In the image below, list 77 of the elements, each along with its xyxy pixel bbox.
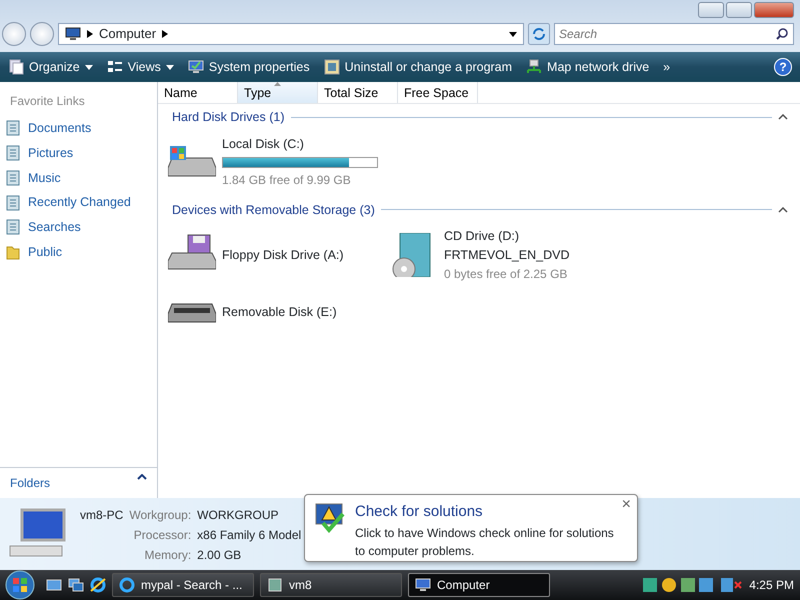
pages-icon (8, 59, 24, 75)
field-value: WORKGROUP (197, 507, 280, 524)
maximize-button[interactable] (726, 2, 752, 18)
document-icon (6, 170, 20, 186)
toolbar-button[interactable]: Organize (8, 58, 93, 76)
field-label: Memory: (143, 547, 192, 564)
help-button[interactable]: ? (774, 58, 792, 76)
document-icon (6, 219, 20, 236)
toolbar-button[interactable]: Uninstall or change a program (324, 58, 512, 76)
browser-icon[interactable] (90, 577, 106, 593)
network-drive-icon (526, 59, 542, 75)
close-button[interactable]: × (622, 497, 631, 513)
toolbar-button[interactable]: Map network drive (526, 58, 650, 76)
sort-arrow-icon (274, 82, 281, 86)
sidebar-link[interactable]: Recently Changed (0, 190, 157, 215)
clock: 4:25 PM (749, 577, 794, 594)
drive-name[interactable]: Removable Disk (E:) (222, 303, 337, 322)
views-icon (106, 59, 123, 75)
dropdown-icon (509, 32, 517, 36)
address-path: Computer (99, 25, 156, 44)
warning-check-icon (315, 501, 347, 533)
computer-name: vm8-PC (80, 507, 124, 524)
sidebar-link[interactable]: Music (0, 166, 157, 190)
computer-icon (415, 577, 431, 593)
free-space: 1.84 GB free of 9.99 GB (222, 172, 352, 188)
computer-icon (65, 27, 81, 41)
forward-button[interactable] (30, 22, 54, 46)
folders-toggle[interactable]: Folders (10, 474, 50, 492)
taskbar-button[interactable]: vm8 (260, 573, 402, 597)
field-value: x86 Family 6 Model (197, 527, 302, 544)
document-icon (6, 145, 20, 162)
collapse-icon (778, 206, 788, 213)
program-icon (324, 59, 340, 75)
monitor-icon (188, 59, 204, 75)
more-button[interactable]: » (663, 58, 670, 76)
sidebar-link[interactable]: Documents (0, 116, 157, 141)
minimize-button[interactable] (698, 2, 724, 18)
sidebar-link[interactable]: Public (0, 240, 157, 264)
toolbar-button[interactable]: System properties (188, 58, 310, 76)
document-icon (6, 120, 20, 136)
field-label: Processor: (132, 527, 192, 544)
sidebar-link[interactable]: Searches (0, 215, 157, 240)
taskbar-button[interactable]: mypal - Search - ... (112, 573, 254, 597)
balloon-message: Click to have Windows check online for solutions to computer problems. (355, 524, 615, 560)
chevron-icon (87, 30, 93, 38)
column-header[interactable]: Type (238, 82, 318, 103)
free-space: 0 bytes free of 2.25 GB (444, 266, 568, 283)
taskbar-button[interactable]: Computer (408, 573, 550, 597)
folder-icon (6, 244, 20, 260)
search-field[interactable]: Search (554, 23, 794, 45)
chevron-icon (162, 30, 168, 38)
window-switch-icon[interactable] (68, 577, 84, 593)
back-button[interactable] (2, 22, 26, 46)
dropdown-icon (84, 64, 93, 70)
field-label: Workgroup: (129, 507, 192, 524)
close-button[interactable] (754, 2, 794, 18)
group-heading[interactable]: Hard Disk Drives (1) (172, 108, 285, 127)
dropdown-icon (166, 64, 174, 70)
document-icon (6, 194, 20, 211)
sidebar-link[interactable]: Pictures (0, 140, 157, 166)
show-desktop-icon[interactable] (46, 577, 62, 593)
collapse-icon (137, 474, 147, 480)
toolbar-button[interactable]: Views (106, 58, 174, 76)
drive-name[interactable]: Floppy Disk Drive (A:) (222, 246, 344, 264)
address-field[interactable]: Computer (58, 23, 524, 45)
group-heading[interactable]: Devices with Removable Storage (3) (172, 200, 375, 220)
browser-icon (119, 577, 135, 593)
window-icon (267, 577, 283, 593)
refresh-icon (528, 23, 550, 45)
search-icon (776, 28, 788, 40)
volume-label: FRTMEVOL_EN_DVD (444, 247, 570, 264)
drive-name[interactable]: CD Drive (D:) (444, 227, 570, 246)
balloon-title[interactable]: Check for solutions (355, 501, 483, 524)
field-value: 2.00 GB (197, 547, 242, 564)
drive-name[interactable]: Local Disk (C:) (222, 134, 378, 154)
sidebar-heading: Favorite Links (9, 93, 86, 110)
collapse-icon (778, 114, 788, 120)
